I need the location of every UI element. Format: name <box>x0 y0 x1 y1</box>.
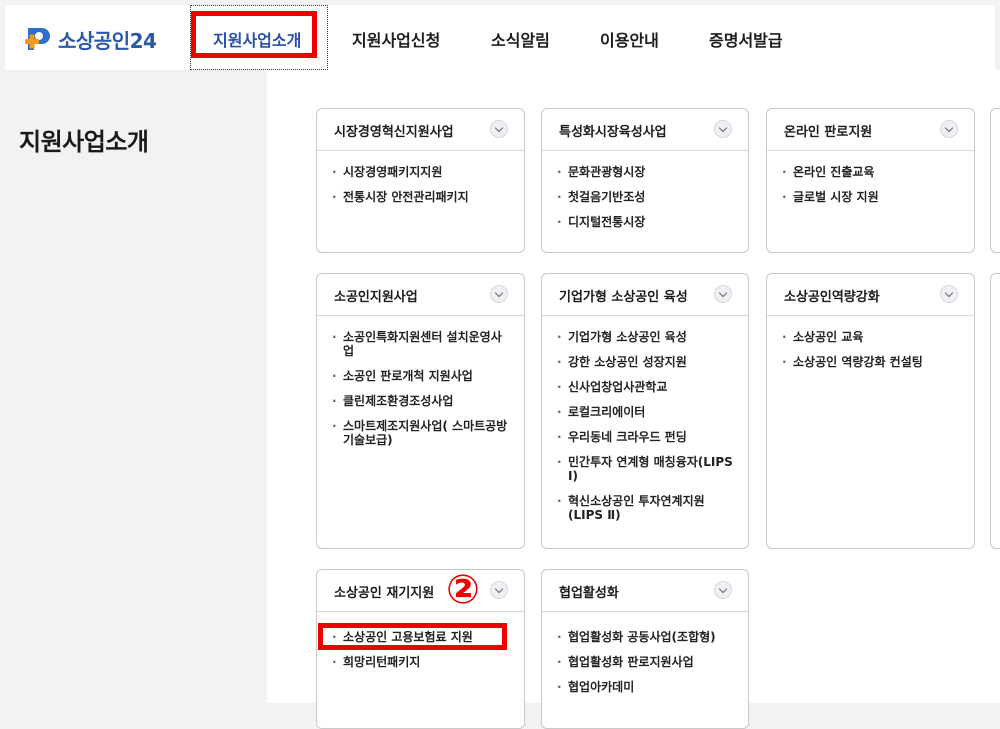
nav-item-certificate[interactable]: 증명서발급 <box>709 27 783 51</box>
card-special-market: 특성화시장육성사업 문화관광형시장 첫걸음기반조성 디지털전통시장 <box>541 108 749 253</box>
card-header[interactable]: 소상공인 재기지원 <box>317 570 524 612</box>
card-title: 특성화시장육성사업 <box>559 125 667 140</box>
chevron-down-icon[interactable] <box>490 581 508 599</box>
card-title: 소공인지원사업 <box>334 290 418 305</box>
chevron-down-icon[interactable] <box>940 120 958 138</box>
side-panel <box>5 70 267 703</box>
nav-item-support-apply[interactable]: 지원사업신청 <box>352 27 440 51</box>
card-header[interactable]: 특성화시장육성사업 <box>542 109 748 151</box>
top-header: 소상공인24 지원사업소개 지원사업신청 소식알림 이용안내 증명서발급 <box>5 5 995 70</box>
card-partial <box>990 273 1000 549</box>
chevron-down-icon[interactable] <box>940 285 958 303</box>
list-item[interactable]: 문화관광형시장 <box>542 165 748 179</box>
list-item[interactable]: 강한 소상공인 성장지원 <box>542 355 748 369</box>
card-header[interactable]: 협업활성화 <box>542 570 748 612</box>
card-header[interactable]: 소상공인역량강화 <box>767 274 974 316</box>
logo[interactable]: 소상공인24 <box>22 23 157 55</box>
nav-item-guide[interactable]: 이용안내 <box>600 27 659 51</box>
page-title: 지원사업소개 <box>19 128 149 156</box>
list-item[interactable]: 기업가형 소상공인 육성 <box>542 330 748 344</box>
logo-mark-icon <box>22 24 56 54</box>
list-item[interactable]: 희망리턴패키지 <box>317 655 524 669</box>
highlight-box-nav <box>191 11 317 58</box>
list-item[interactable]: 소공인특화지원센터 설치운영사업 <box>317 330 524 358</box>
card-capacity: 소상공인역량강화 소상공인 교육 소상공인 역량강화 컨설팅 <box>766 273 975 549</box>
card-small-manufacturers: 소공인지원사업 소공인특화지원센터 설치운영사업 소공인 판로개척 지원사업 클… <box>316 273 525 549</box>
list-item[interactable]: 혁신소상공인 투자연계지원(LIPS Ⅱ) <box>542 494 748 522</box>
chevron-down-icon[interactable] <box>714 581 732 599</box>
nav-item-news[interactable]: 소식알림 <box>491 27 550 51</box>
card-header[interactable]: 기업가형 소상공인 육성 <box>542 274 748 316</box>
card-title: 시장경영혁신지원사업 <box>334 125 454 140</box>
card-online-sales: 온라인 판로지원 온라인 진출교육 글로벌 시장 지원 <box>766 108 975 253</box>
list-item[interactable]: 클린제조환경조성사업 <box>317 394 524 408</box>
card-market-innovation: 시장경영혁신지원사업 시장경영패키지지원 전통시장 안전관리패키지 <box>316 108 525 253</box>
card-header[interactable]: 온라인 판로지원 <box>767 109 974 151</box>
list-item[interactable]: 우리동네 크라우드 펀딩 <box>542 430 748 444</box>
list-item[interactable]: 협업활성화 공동사업(조합형) <box>542 630 748 644</box>
card-entrepreneurial: 기업가형 소상공인 육성 기업가형 소상공인 육성 강한 소상공인 성장지원 신… <box>541 273 749 549</box>
chevron-down-icon[interactable] <box>490 285 508 303</box>
list-item[interactable]: 온라인 진출교육 <box>767 165 974 179</box>
highlight-box-item <box>318 623 507 650</box>
list-item[interactable]: 협업활성화 판로지원사업 <box>542 655 748 669</box>
list-item[interactable]: 전통시장 안전관리패키지 <box>317 190 524 204</box>
list-item[interactable]: 디지털전통시장 <box>542 215 748 229</box>
list-item[interactable]: 민간투자 연계형 매칭융자(LIPS Ⅰ) <box>542 455 748 483</box>
card-title: 소상공인 재기지원 <box>334 586 435 601</box>
logo-text: 소상공인24 <box>58 28 157 53</box>
list-item[interactable]: 소상공인 역량강화 컨설팅 <box>767 355 974 369</box>
card-title: 온라인 판로지원 <box>784 125 873 140</box>
list-item[interactable]: 로컬크리에이터 <box>542 405 748 419</box>
step-number-2: ② <box>446 567 480 613</box>
card-title: 기업가형 소상공인 육성 <box>559 290 688 305</box>
card-title: 소상공인역량강화 <box>784 290 880 305</box>
list-item[interactable]: 스마트제조지원사업( 스마트공방 기술보급) <box>317 419 524 447</box>
list-item[interactable]: 소상공인 교육 <box>767 330 974 344</box>
list-item[interactable]: 소공인 판로개척 지원사업 <box>317 369 524 383</box>
list-item[interactable]: 협업아카데미 <box>542 680 748 694</box>
list-item[interactable]: 글로벌 시장 지원 <box>767 190 974 204</box>
card-partial <box>990 108 1000 253</box>
chevron-down-icon[interactable] <box>490 120 508 138</box>
card-collaboration: 협업활성화 협업활성화 공동사업(조합형) 협업활성화 판로지원사업 협업아카데… <box>541 569 749 729</box>
list-item[interactable]: 시장경영패키지지원 <box>317 165 524 179</box>
chevron-down-icon[interactable] <box>714 120 732 138</box>
card-header[interactable]: 소공인지원사업 <box>317 274 524 316</box>
chevron-down-icon[interactable] <box>714 285 732 303</box>
list-item[interactable]: 신사업창업사관학교 <box>542 380 748 394</box>
list-item[interactable]: 첫걸음기반조성 <box>542 190 748 204</box>
card-title: 협업활성화 <box>559 586 619 601</box>
card-header[interactable]: 시장경영혁신지원사업 <box>317 109 524 151</box>
